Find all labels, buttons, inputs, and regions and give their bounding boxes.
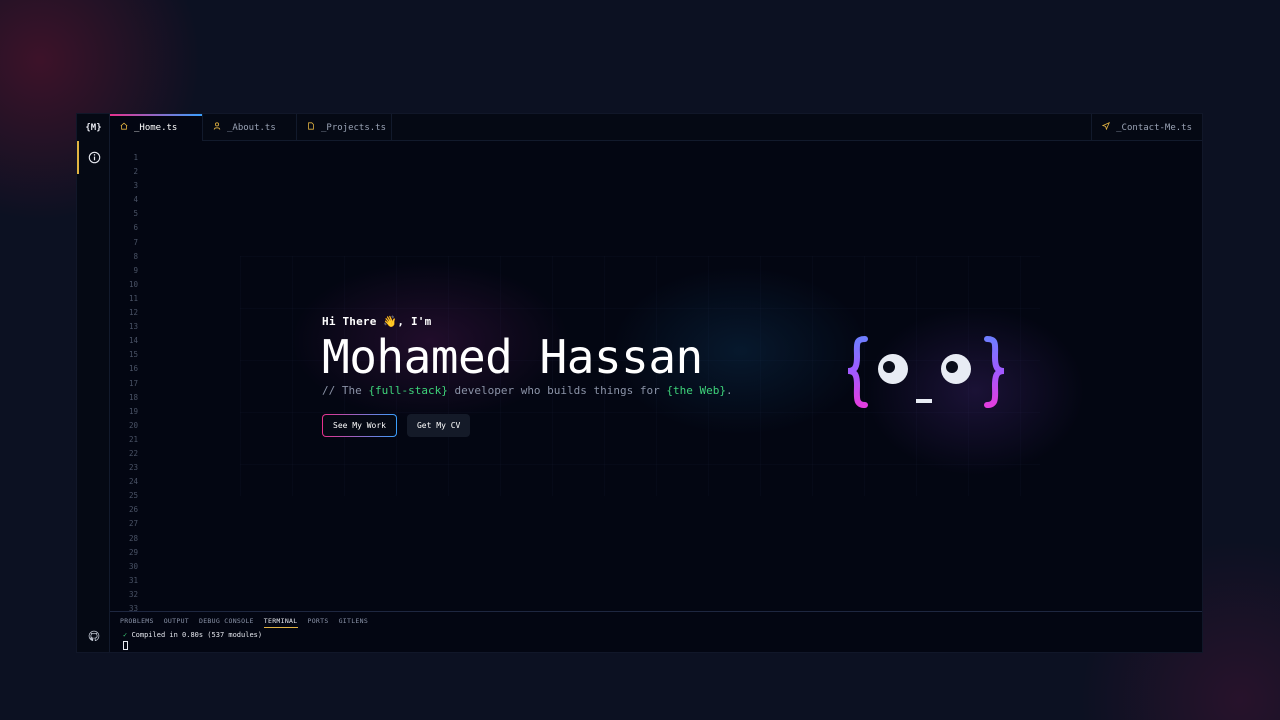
line-number: 14 <box>128 336 138 346</box>
get-my-cv-button[interactable]: Get My CV <box>406 414 471 437</box>
editor-area: Hi There 👋, I'm Mohamed Hassan // The {f… <box>140 141 1202 611</box>
tab-contact[interactable]: _Contact-Me.ts <box>1091 114 1202 141</box>
line-number: 2 <box>133 167 138 177</box>
line-number: 7 <box>133 237 138 247</box>
line-number: 28 <box>128 533 138 543</box>
terminal-line: Compiled in 0.80s (537 modules) <box>131 631 263 639</box>
line-number: 22 <box>128 448 138 458</box>
line-number: 13 <box>128 322 138 332</box>
line-number: 20 <box>128 420 138 430</box>
see-my-work-button[interactable]: See My Work <box>322 414 397 437</box>
line-number: 19 <box>128 406 138 416</box>
terminal-output: ✓ Compiled in 0.80s (537 modules) <box>110 628 1202 639</box>
tagline-highlight: {the Web} <box>666 384 726 397</box>
line-number: 32 <box>128 589 138 599</box>
tab-contact-label: _Contact-Me.ts <box>1116 122 1192 133</box>
info-icon[interactable] <box>77 141 110 174</box>
line-number: 12 <box>128 308 138 318</box>
line-number: 16 <box>128 364 138 374</box>
line-number: 5 <box>133 209 138 219</box>
greeting-suffix: , I'm <box>397 315 432 328</box>
line-number: 8 <box>133 251 138 261</box>
terminal-cursor[interactable] <box>123 641 128 650</box>
line-number: 17 <box>128 378 138 388</box>
user-icon <box>213 122 221 133</box>
github-icon[interactable] <box>77 624 110 648</box>
tab-home[interactable]: _Home.ts <box>110 114 203 141</box>
site-logo[interactable]: {M} <box>77 114 110 141</box>
tab-about[interactable]: _About.ts <box>203 114 297 141</box>
line-number: 15 <box>128 350 138 360</box>
greeting: Hi There 👋, I'm <box>322 315 733 328</box>
panel-tab-ports[interactable]: PORTS <box>308 617 329 628</box>
hero-buttons: See My Work Get My CV <box>322 414 733 437</box>
line-number: 18 <box>128 392 138 402</box>
line-number: 27 <box>128 519 138 529</box>
line-number: 6 <box>133 223 138 233</box>
line-number: 30 <box>128 561 138 571</box>
tagline-part: . <box>726 384 733 397</box>
check-icon: ✓ <box>123 631 128 639</box>
panel-tab-gitlens[interactable]: GITLENS <box>339 617 369 628</box>
wave-emoji-icon: 👋 <box>383 315 398 328</box>
tab-about-label: _About.ts <box>227 122 276 133</box>
hero-tagline: // The {full-stack} developer who builds… <box>322 384 733 397</box>
greeting-prefix: Hi There <box>322 315 377 328</box>
line-number: 31 <box>128 575 138 585</box>
tagline-highlight: {full-stack} <box>368 384 448 397</box>
panel-tabs: PROBLEMS OUTPUT DEBUG CONSOLE TERMINAL P… <box>110 612 1202 628</box>
panel-tab-debug-console[interactable]: DEBUG CONSOLE <box>199 617 254 628</box>
line-number-gutter: 1 2 3 4 5 6 7 8 9 10 11 12 13 14 15 16 17 18 19 20 21 22 23 24 2… <box>110 141 140 611</box>
line-number: 21 <box>128 434 138 444</box>
line-number: 29 <box>128 547 138 557</box>
line-number: 25 <box>128 491 138 501</box>
line-number: 4 <box>133 195 138 205</box>
panel-tab-output[interactable]: OUTPUT <box>164 617 189 628</box>
tab-home-label: _Home.ts <box>134 122 178 133</box>
activity-bar: {M} <box>77 114 110 652</box>
bottom-panel: PROBLEMS OUTPUT DEBUG CONSOLE TERMINAL P… <box>110 611 1202 652</box>
tab-bar: _Home.ts _About.ts _Projects.ts _Contact… <box>110 114 1202 141</box>
line-number: 3 <box>133 181 138 191</box>
panel-tab-problems[interactable]: PROBLEMS <box>120 617 154 628</box>
mascot-face-icon <box>847 336 1005 408</box>
editor-window: {M} _Home.ts _About.ts _Projects.ts _Con… <box>76 113 1203 653</box>
send-icon <box>1101 122 1111 133</box>
panel-tab-terminal[interactable]: TERMINAL <box>263 617 298 628</box>
line-number: 9 <box>133 265 138 275</box>
home-icon <box>120 122 128 133</box>
tagline-part: developer who builds things for <box>447 384 667 397</box>
hero-name: Mohamed Hassan <box>322 330 703 384</box>
line-number: 26 <box>128 505 138 515</box>
line-number: 23 <box>128 463 138 473</box>
line-number: 33 <box>128 604 138 611</box>
line-number: 10 <box>128 279 138 289</box>
tagline-part: // The <box>322 384 369 397</box>
line-number: 24 <box>128 477 138 487</box>
tab-projects[interactable]: _Projects.ts <box>297 114 392 141</box>
file-icon <box>307 122 315 133</box>
hero-section: Hi There 👋, I'm Mohamed Hassan // The {f… <box>322 315 733 437</box>
tab-projects-label: _Projects.ts <box>321 122 387 133</box>
line-number: 11 <box>128 293 138 303</box>
line-number: 1 <box>133 153 138 162</box>
